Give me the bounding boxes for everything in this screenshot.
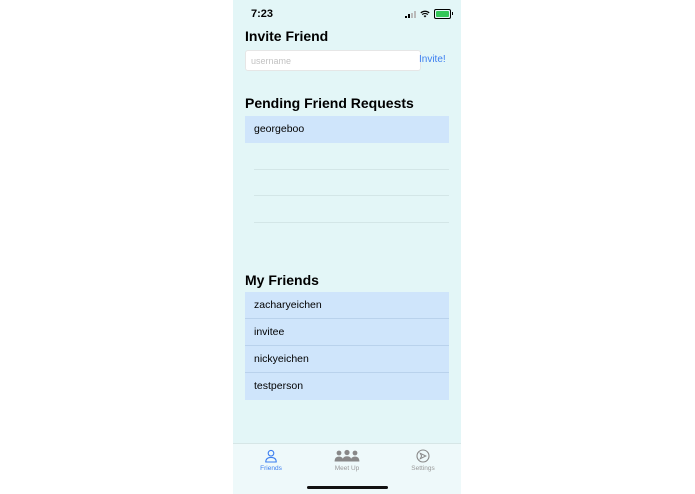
battery-icon: [434, 9, 453, 19]
pending-requests-list: georgeboo: [245, 116, 449, 143]
friend-item[interactable]: zacharyeichen: [245, 292, 449, 319]
empty-row-separator: [254, 169, 449, 170]
person-icon: [265, 449, 277, 463]
wifi-icon: [420, 10, 430, 18]
invite-friend-title: Invite Friend: [245, 28, 329, 44]
pending-request-item[interactable]: georgeboo: [245, 116, 449, 143]
battery-level: [436, 11, 449, 17]
empty-row-separator: [254, 222, 449, 223]
invite-button[interactable]: Invite!: [419, 54, 446, 65]
friend-item[interactable]: testperson: [245, 373, 449, 400]
tab-friends-label: Friends: [260, 465, 282, 472]
group-icon: [334, 449, 360, 462]
username-input[interactable]: [245, 50, 421, 71]
tab-settings-label: Settings: [411, 465, 435, 472]
tab-meet-up-label: Meet Up: [334, 465, 360, 472]
friends-list: zacharyeichen invitee nickyeichen testpe…: [245, 292, 449, 400]
status-time: 7:23: [251, 8, 274, 20]
home-indicator: [307, 486, 388, 489]
cellular-signal-icon: [405, 10, 416, 18]
my-friends-title: My Friends: [245, 272, 319, 288]
phone-screen: 7:23 Invite Friend Invite! Pending Frien…: [233, 0, 461, 494]
empty-row-separator: [254, 195, 449, 196]
tab-settings[interactable]: Settings: [385, 444, 461, 494]
tab-friends[interactable]: Friends: [233, 444, 309, 494]
status-bar: 7:23: [233, 0, 461, 26]
status-icons: [405, 9, 453, 19]
pending-requests-title: Pending Friend Requests: [245, 95, 414, 111]
compass-icon: [416, 449, 430, 463]
friend-item[interactable]: nickyeichen: [245, 346, 449, 373]
friend-item[interactable]: invitee: [245, 319, 449, 346]
